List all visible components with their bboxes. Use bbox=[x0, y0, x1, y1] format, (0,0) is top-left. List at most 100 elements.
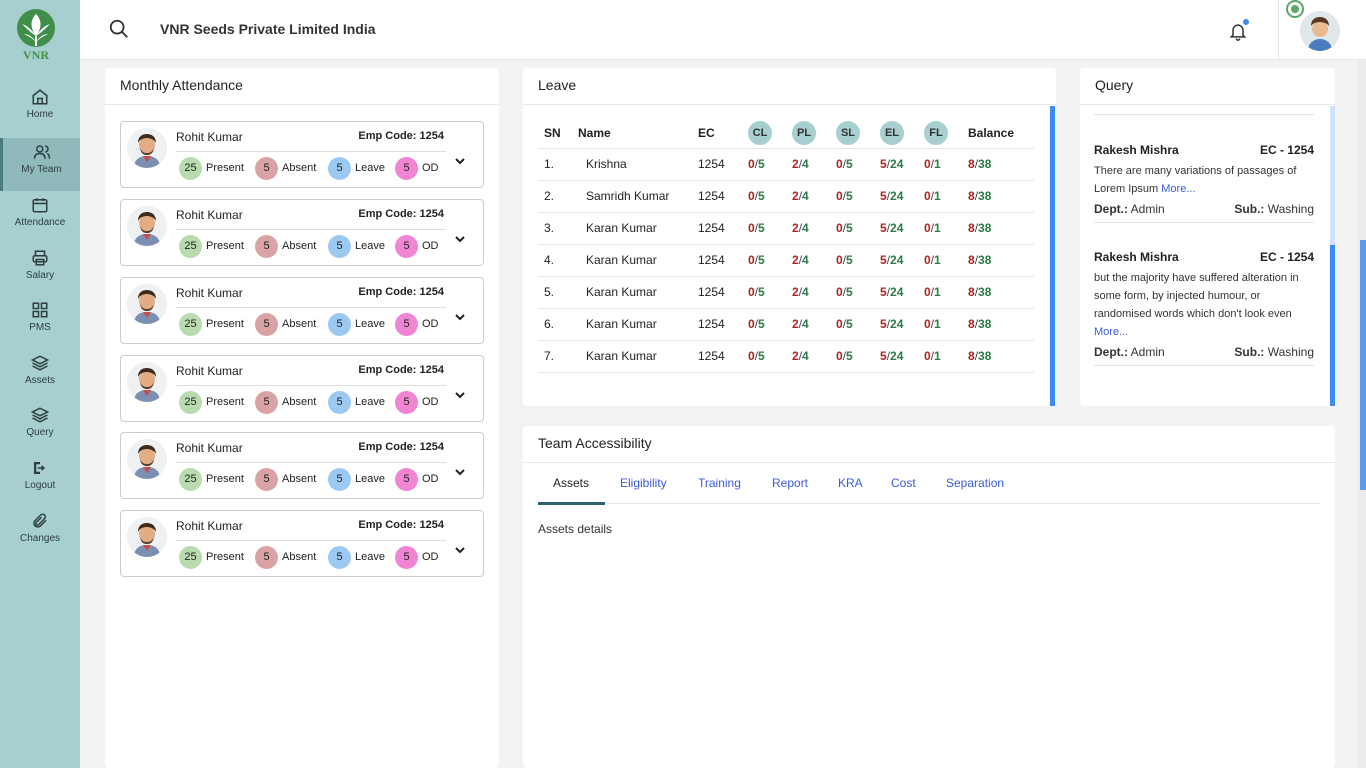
leave-total: 5 bbox=[758, 157, 765, 171]
sub-value: Washing bbox=[1267, 345, 1314, 359]
sidebar-item-logout[interactable]: Logout bbox=[0, 459, 80, 511]
query-item[interactable]: Rakesh Mishra EC - 1254 but the majority… bbox=[1094, 250, 1314, 361]
leave-total: 4 bbox=[802, 189, 809, 203]
chevron-down-icon[interactable] bbox=[455, 231, 465, 246]
query-panel: Query Rakesh Mishra EC - 1254 There are … bbox=[1080, 68, 1335, 406]
printer-icon bbox=[32, 250, 48, 266]
sidebar-item-pms[interactable]: PMS bbox=[0, 301, 80, 353]
employee-name: Rohit Kumar bbox=[176, 208, 243, 222]
table-row[interactable]: 5. Karan Kumar 1254 0/5 2/4 0/5 5/24 0/1 8/38 bbox=[538, 275, 1034, 308]
attendance-card[interactable]: Rohit Kumar Emp Code: 1254 25 Present 5 Absen… bbox=[120, 432, 484, 499]
leave-cell: 2/4 bbox=[792, 243, 836, 276]
sidebar-item-changes[interactable]: Changes bbox=[0, 512, 80, 564]
leave-cell: 5/24 bbox=[880, 307, 924, 340]
table-row[interactable]: 1. Krishna 1254 0/5 2/4 0/5 5/24 0/1 8/38 bbox=[538, 147, 1034, 180]
tab-kra[interactable]: KRA bbox=[838, 476, 863, 490]
table-row[interactable]: 3. Karan Kumar 1254 0/5 2/4 0/5 5/24 0/1 8/38 bbox=[538, 211, 1034, 244]
leave-total: 4 bbox=[802, 349, 809, 363]
scrollbar-track[interactable] bbox=[1330, 106, 1335, 246]
tab-separation[interactable]: Separation bbox=[946, 476, 1004, 490]
attendance-card[interactable]: Rohit Kumar Emp Code: 1254 25 Present 5 Absen… bbox=[120, 355, 484, 422]
tab-assets[interactable]: Assets bbox=[553, 476, 589, 490]
sidebar-item-assets[interactable]: Assets bbox=[0, 354, 80, 406]
sidebar-item-query[interactable]: Query bbox=[0, 406, 80, 458]
tab-report[interactable]: Report bbox=[772, 476, 808, 490]
od-label: OD bbox=[422, 162, 439, 174]
leave-cell: 5/24 bbox=[880, 179, 924, 212]
query-body: but the majority have suffered alteratio… bbox=[1094, 272, 1299, 320]
pl-badge: PL bbox=[792, 120, 816, 145]
absent-label: Absent bbox=[282, 318, 317, 330]
dept-label: Dept.: bbox=[1094, 345, 1128, 359]
sidebar-item-salary[interactable]: Salary bbox=[0, 249, 80, 301]
od-count-badge: 5 bbox=[395, 157, 418, 180]
chevron-down-icon[interactable] bbox=[455, 309, 465, 324]
absent-count-badge: 5 bbox=[255, 157, 278, 180]
more-link[interactable]: More... bbox=[1161, 183, 1195, 195]
leave-used: 0 bbox=[924, 253, 931, 267]
chevron-down-icon[interactable] bbox=[455, 542, 465, 557]
table-row[interactable]: 4. Karan Kumar 1254 0/5 2/4 0/5 5/24 0/1 8/38 bbox=[538, 243, 1034, 276]
divider bbox=[176, 307, 446, 308]
leave-used: 2 bbox=[792, 221, 799, 235]
tab-eligibility[interactable]: Eligibility bbox=[620, 476, 667, 490]
query-name: Rakesh Mishra bbox=[1094, 143, 1179, 157]
sidebar-item-label: Changes bbox=[19, 533, 61, 544]
table-row[interactable]: 7. Karan Kumar 1254 0/5 2/4 0/5 5/24 0/1 8/38 bbox=[538, 339, 1034, 373]
attendance-card[interactable]: Rohit Kumar Emp Code: 1254 25 Present 5 Absen… bbox=[120, 510, 484, 577]
sidebar-item-attendance[interactable]: Attendance bbox=[0, 196, 80, 248]
page-scrollbar-thumb[interactable] bbox=[1360, 240, 1366, 490]
leave-used: 8 bbox=[968, 253, 975, 267]
present-count-badge: 25 bbox=[179, 235, 202, 258]
chevron-down-icon[interactable] bbox=[455, 464, 465, 479]
tab-cost[interactable]: Cost bbox=[891, 476, 916, 490]
leave-label: Leave bbox=[355, 240, 385, 252]
attendance-card[interactable]: Rohit Kumar Emp Code: 1254 25 Present 5 Absen… bbox=[120, 199, 484, 266]
more-link[interactable]: More... bbox=[1094, 326, 1128, 338]
leave-cell: 2/4 bbox=[792, 179, 836, 212]
ec-cell: 1254 bbox=[698, 179, 748, 212]
od-count-badge: 5 bbox=[395, 235, 418, 258]
leave-used: 5 bbox=[880, 253, 887, 267]
vnr-logo[interactable]: VNR bbox=[12, 6, 60, 64]
leave-total: 5 bbox=[846, 317, 853, 331]
sidebar-item-my-team[interactable]: My Team bbox=[0, 138, 80, 191]
absent-label: Absent bbox=[282, 473, 317, 485]
scrollbar-thumb[interactable] bbox=[1330, 245, 1335, 406]
search-icon[interactable] bbox=[108, 18, 130, 43]
home-icon bbox=[32, 89, 48, 105]
table-row[interactable]: 2. Samridh Kumar 1254 0/5 2/4 0/5 5/24 0/1 8/38 bbox=[538, 179, 1034, 212]
leave-used: 5 bbox=[880, 285, 887, 299]
leave-used: 0 bbox=[924, 189, 931, 203]
user-avatar[interactable] bbox=[1300, 11, 1340, 51]
leave-used: 5 bbox=[880, 221, 887, 235]
od-count-badge: 5 bbox=[395, 546, 418, 569]
leave-total: 5 bbox=[846, 221, 853, 235]
leave-total: 5 bbox=[758, 253, 765, 267]
name-cell: Krishna bbox=[578, 147, 698, 180]
attendance-card[interactable]: Rohit Kumar Emp Code: 1254 25 Present 5 Absen… bbox=[120, 277, 484, 344]
query-item[interactable]: Rakesh Mishra EC - 1254 There are many v… bbox=[1094, 143, 1314, 218]
leave-used: 8 bbox=[968, 221, 975, 235]
table-header-row: SN Name EC CL PL SL EL FL Balance bbox=[538, 118, 1034, 148]
name-cell: Samridh Kumar bbox=[578, 179, 698, 212]
query-name: Rakesh Mishra bbox=[1094, 250, 1179, 264]
column-header: EC bbox=[698, 125, 715, 140]
sidebar-item-home[interactable]: Home bbox=[0, 88, 80, 140]
tab-training[interactable]: Training bbox=[698, 476, 741, 490]
chevron-down-icon[interactable] bbox=[455, 387, 465, 402]
logo-text: VNR bbox=[23, 48, 49, 62]
od-label: OD bbox=[422, 551, 439, 563]
employee-avatar bbox=[127, 362, 167, 402]
leave-count-badge: 5 bbox=[328, 391, 351, 414]
leave-cell: 8/38 bbox=[968, 275, 1034, 308]
dept-label: Dept.: bbox=[1094, 202, 1128, 216]
absent-label: Absent bbox=[282, 551, 317, 563]
attendance-card[interactable]: Rohit Kumar Emp Code: 1254 25 Present 5 Absen… bbox=[120, 121, 484, 188]
emp-code: Emp Code: 1254 bbox=[358, 208, 444, 220]
leave-total: 5 bbox=[846, 157, 853, 171]
leave-cell: 2/4 bbox=[792, 339, 836, 373]
scrollbar[interactable] bbox=[1050, 106, 1055, 406]
table-row[interactable]: 6. Karan Kumar 1254 0/5 2/4 0/5 5/24 0/1 8/38 bbox=[538, 307, 1034, 340]
chevron-down-icon[interactable] bbox=[455, 153, 465, 168]
